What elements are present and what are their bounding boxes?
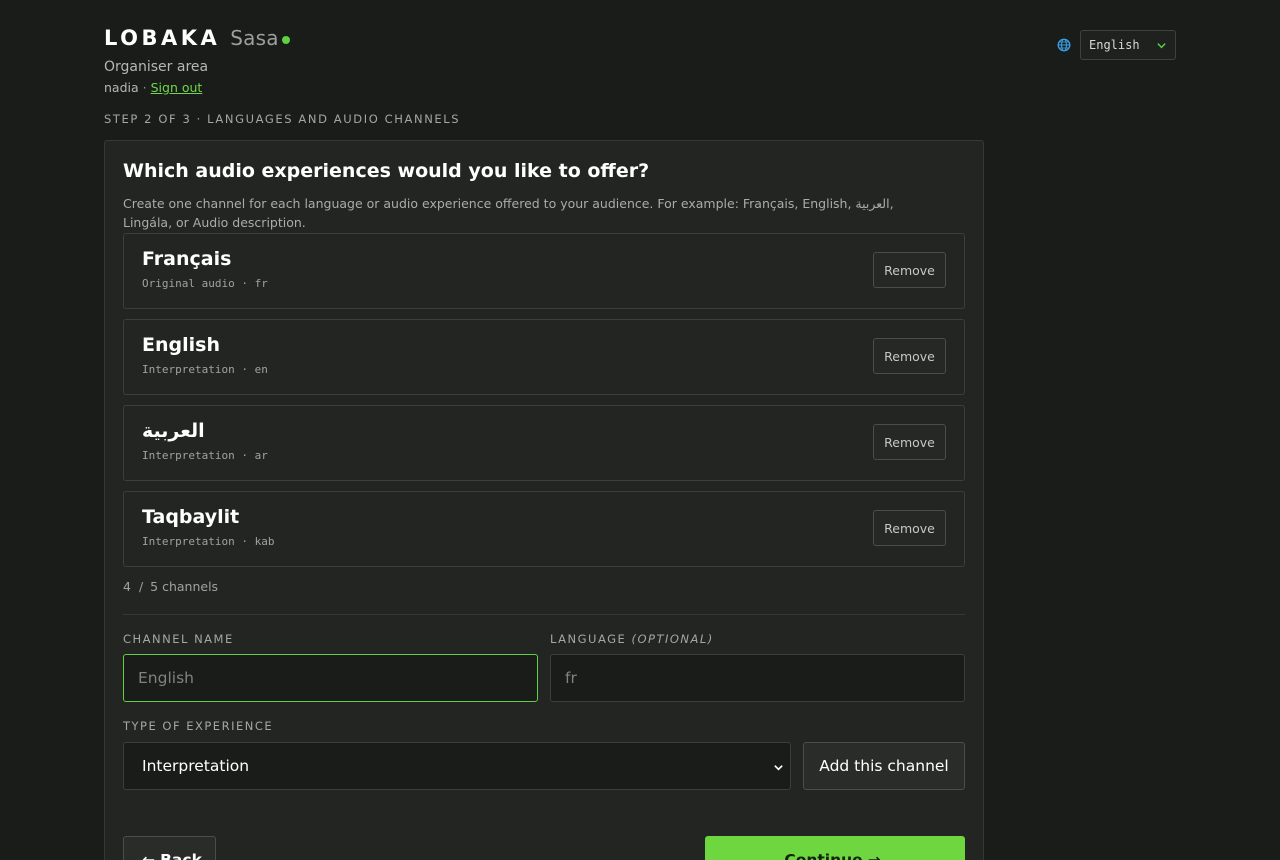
header: LOBAKA Sasa Organiser area nadia · Sign … [104,26,290,95]
experience-type-label: TYPE OF EXPERIENCE [123,719,274,733]
channel-count-current: 4 [123,579,131,594]
channel-item: English Interpretation · en Remove [123,319,965,395]
channel-count: 4 / 5 channels [123,579,218,594]
brand-name: LOBAKA [104,26,221,50]
language-placeholder: fr [565,669,577,687]
card-description: Create one channel for each language or … [123,196,894,230]
sign-out-link[interactable]: Sign out [151,80,203,95]
remove-channel-button[interactable]: Remove [873,338,946,374]
channel-name-label: CHANNEL NAME [123,632,234,646]
chevron-down-icon [1157,43,1166,49]
experience-type-value: Interpretation [142,757,250,775]
back-label: Back [160,851,202,860]
area-label: Organiser area [104,59,209,75]
language-switcher: English [1057,30,1176,60]
experience-type-select[interactable]: Interpretation [123,742,791,790]
channel-meta: Original audio · fr [142,277,268,290]
channel-name-input[interactable]: English [123,654,538,702]
username: nadia [104,80,139,95]
brand-dot-icon [281,36,290,44]
chevron-down-icon [774,765,783,771]
channel-name-placeholder: English [138,669,194,687]
channel-meta: Interpretation · kab [142,535,275,548]
user-line: nadia · Sign out [104,80,290,95]
channel-name: English [142,334,220,356]
channel-item: العربية Interpretation · ar Remove [123,405,965,481]
channel-name: Taqbaylit [142,506,240,528]
language-select-value: English [1089,38,1140,52]
language-label: LANGUAGE (OPTIONAL) [550,632,714,646]
channel-meta: Interpretation · en [142,363,268,376]
step-indicator: STEP 2 OF 3 · LANGUAGES AND AUDIO CHANNE… [104,112,461,126]
channel-meta: Interpretation · ar [142,449,268,462]
globe-icon [1057,38,1071,52]
remove-channel-button[interactable]: Remove [873,424,946,460]
card-title: Which audio experiences would you like t… [123,160,650,182]
channel-item: Français Original audio · fr Remove [123,233,965,309]
divider [123,614,965,615]
brand-sub: Sasa [230,26,279,50]
language-optional-tag: (OPTIONAL) [631,632,714,646]
remove-channel-button[interactable]: Remove [873,510,946,546]
arrow-right-icon: → [867,851,881,860]
brand: LOBAKA Sasa [104,26,290,50]
continue-label: Continue [784,851,863,860]
add-channel-button[interactable]: Add this channel [803,742,965,790]
language-label-text: LANGUAGE [550,632,627,646]
user-separator: · [142,80,147,95]
remove-channel-button[interactable]: Remove [873,252,946,288]
back-button[interactable]: ← Back [123,836,216,860]
channel-name: العربية [142,420,205,442]
language-input[interactable]: fr [550,654,965,702]
channel-item: Taqbaylit Interpretation · kab Remove [123,491,965,567]
continue-button[interactable]: Continue → [705,836,965,860]
channels-card: Which audio experiences would you like t… [104,140,984,860]
channel-name: Français [142,248,232,270]
channel-count-max: 5 channels [150,579,219,594]
language-select[interactable]: English [1080,30,1176,60]
channel-count-separator: / [138,579,144,594]
arrow-left-icon: ← [142,851,156,860]
